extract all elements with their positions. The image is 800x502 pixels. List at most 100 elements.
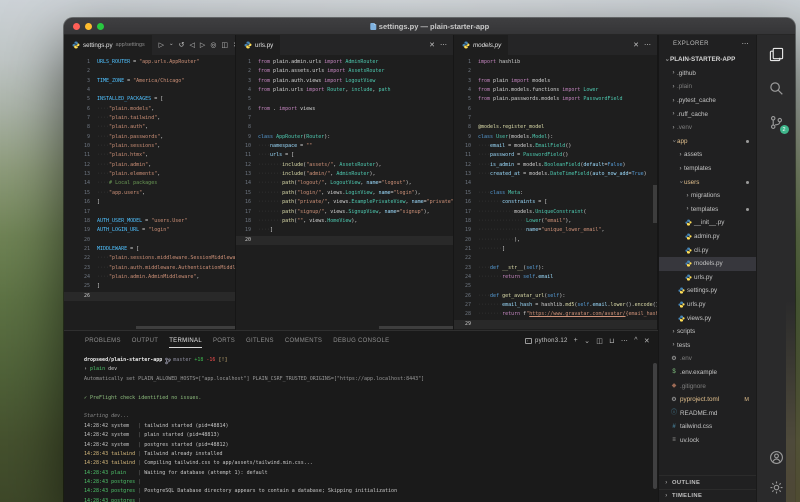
- tree-item-readme-md[interactable]: ⓘREADME.md: [659, 406, 756, 420]
- tree-item-urls-py[interactable]: urls.py: [659, 271, 756, 285]
- section-timeline[interactable]: ›TIMELINE: [659, 489, 756, 502]
- tree-item-app[interactable]: ›app: [659, 135, 756, 149]
- terminal-line: 14:28:42 system | plain started (pid=488…: [84, 431, 658, 440]
- tree-item-migrations[interactable]: ›migrations: [659, 189, 756, 203]
- new-icon[interactable]: +: [574, 337, 578, 344]
- tree-item-urls-py[interactable]: urls.py: [659, 298, 756, 312]
- tree-item--github[interactable]: ›.github: [659, 67, 756, 81]
- horizontal-scrollbar[interactable]: [379, 326, 453, 329]
- panel-tab-output[interactable]: OUTPUT: [132, 334, 158, 348]
- tree-item-users[interactable]: ›users: [659, 175, 756, 189]
- terminal-line: dropseed/plain-starter-app master +18 -1…: [84, 356, 658, 365]
- code-line: 22: [454, 254, 657, 263]
- vertical-scrollbar[interactable]: [653, 185, 657, 223]
- more-icon[interactable]: ⋯: [644, 42, 651, 49]
- panel-tab-debug-console[interactable]: DEBUG CONSOLE: [333, 334, 389, 348]
- tree-item-settings-py[interactable]: settings.py: [659, 284, 756, 298]
- tree-item--init-py[interactable]: __init__.py: [659, 216, 756, 230]
- tree-item-plain-starter-app[interactable]: ›PLAIN-STARTER-APP: [659, 53, 756, 67]
- chevron-right-icon: ›: [670, 125, 677, 131]
- tree-item-tests[interactable]: ›tests: [659, 338, 756, 352]
- tree-item--gitignore[interactable]: ◆.gitignore: [659, 379, 756, 393]
- account-icon[interactable]: [768, 449, 785, 466]
- tree-item-assets[interactable]: ›assets: [659, 148, 756, 162]
- panel-tab-comments[interactable]: COMMENTS: [285, 334, 322, 348]
- split-icon[interactable]: ◫: [221, 42, 228, 49]
- search-icon[interactable]: [768, 80, 785, 97]
- explorer-icon[interactable]: [768, 46, 785, 63]
- minimize-window-button[interactable]: [85, 23, 92, 30]
- explorer-more-actions-icon[interactable]: ⋯: [742, 40, 749, 48]
- tree-item--ruff-cache[interactable]: ›.ruff_cache: [659, 107, 756, 121]
- prev-change-icon[interactable]: ◁: [190, 42, 195, 49]
- tree-item-admin-py[interactable]: admin.py: [659, 230, 756, 244]
- line-number: 25: [64, 282, 97, 291]
- code-line: 18AUTH_USER_MODEL = "users.User": [64, 217, 235, 226]
- close-icon[interactable]: ✕: [429, 42, 435, 49]
- tree-item-tailwind-css[interactable]: #tailwind.css: [659, 420, 756, 434]
- line-number: 3: [64, 77, 97, 86]
- code-line: 14: [454, 179, 657, 188]
- panel-tab-problems[interactable]: PROBLEMS: [85, 334, 121, 348]
- line-number: 4: [64, 86, 97, 95]
- chevron-down-icon[interactable]: ⌄: [169, 42, 174, 48]
- section-outline[interactable]: ›OUTLINE: [659, 476, 756, 489]
- tab-settings-py[interactable]: settings.pyapp/settings: [64, 35, 153, 55]
- next-change-icon[interactable]: ▷: [200, 42, 205, 49]
- tree-item--env[interactable]: ⚙.env: [659, 352, 756, 366]
- tree-item--plain[interactable]: ›.plain: [659, 80, 756, 94]
- terminal-scrollbar[interactable]: [653, 363, 657, 489]
- more-icon[interactable]: ⋯: [440, 42, 447, 49]
- python-icon: [684, 274, 692, 281]
- tree-item--pytest-cache[interactable]: ›.pytest_cache: [659, 94, 756, 108]
- line-number: 27: [454, 301, 478, 310]
- code-line: 2from plain.assets.urls import AssetsRou…: [236, 67, 453, 76]
- python-icon: [685, 233, 692, 240]
- tree-item-label: .venv: [677, 124, 692, 131]
- play-icon[interactable]: ▷: [159, 42, 164, 49]
- tab-urls-py[interactable]: urls.py: [236, 35, 281, 55]
- tree-item-templates[interactable]: ›templates: [659, 203, 756, 217]
- horizontal-scrollbar[interactable]: [136, 326, 235, 329]
- zoom-window-button[interactable]: [97, 23, 104, 30]
- tree-item--env-example[interactable]: $.env.example: [659, 366, 756, 380]
- code-line: 16········path("private/", views.Example…: [236, 198, 453, 207]
- panel-tab-terminal[interactable]: TERMINAL: [169, 334, 202, 348]
- terminal-line: › plain dev: [84, 365, 658, 374]
- python-icon: [685, 219, 692, 226]
- tree-item-scripts[interactable]: ›scripts: [659, 325, 756, 339]
- close-icon[interactable]: ✕: [633, 42, 639, 49]
- chevron-down-icon[interactable]: ⌄: [584, 337, 590, 345]
- close-window-button[interactable]: [73, 23, 80, 30]
- source-control-icon[interactable]: 2: [768, 114, 785, 131]
- code-editor[interactable]: 1URLS_ROUTER = "app.urls.AppRouter"23TIM…: [64, 55, 235, 330]
- chevron-right-icon: ›: [663, 493, 670, 499]
- tab-models-py[interactable]: models.py: [454, 35, 509, 55]
- terminal[interactable]: dropseed/plain-starter-app master +18 -1…: [64, 350, 658, 502]
- panel-tab-gitlens[interactable]: GITLENS: [246, 334, 274, 348]
- tree-item-templates[interactable]: ›templates: [659, 162, 756, 176]
- tree-item-uv-lock[interactable]: ≡uv.lock: [659, 434, 756, 448]
- code-editor[interactable]: 1import hashlib23from plain import model…: [454, 55, 657, 330]
- close-icon[interactable]: ✕: [233, 42, 235, 49]
- settings-gear-icon[interactable]: [768, 479, 785, 496]
- tree-item-views-py[interactable]: views.py: [659, 311, 756, 325]
- tree-item-cli-py[interactable]: cli.py: [659, 243, 756, 257]
- line-number: 16: [64, 198, 97, 207]
- line-number: 16: [236, 198, 258, 207]
- split-icon[interactable]: ◫: [596, 337, 603, 345]
- history-icon[interactable]: ↺: [179, 42, 185, 49]
- tree-item-pyproject-toml[interactable]: ⚙pyproject.tomlM: [659, 393, 756, 407]
- panel-tab-ports[interactable]: PORTS: [213, 334, 235, 348]
- close-icon[interactable]: ✕: [644, 337, 650, 345]
- more-icon[interactable]: ⋯: [621, 337, 628, 345]
- trash-icon[interactable]: ⊔: [609, 337, 615, 345]
- chevron-up-icon[interactable]: ^: [634, 337, 638, 344]
- lock-icon: ≡: [670, 437, 678, 443]
- debug-icon[interactable]: ◎: [210, 42, 216, 49]
- tree-item--venv[interactable]: ›.venv: [659, 121, 756, 135]
- code-editor[interactable]: 1from plain.admin.urls import AdminRoute…: [236, 55, 453, 330]
- git-branch-icon: [165, 357, 171, 365]
- tree-item-models-py[interactable]: models.py: [659, 257, 756, 271]
- terminal-shell-selector[interactable]: ›python3.12: [525, 338, 568, 344]
